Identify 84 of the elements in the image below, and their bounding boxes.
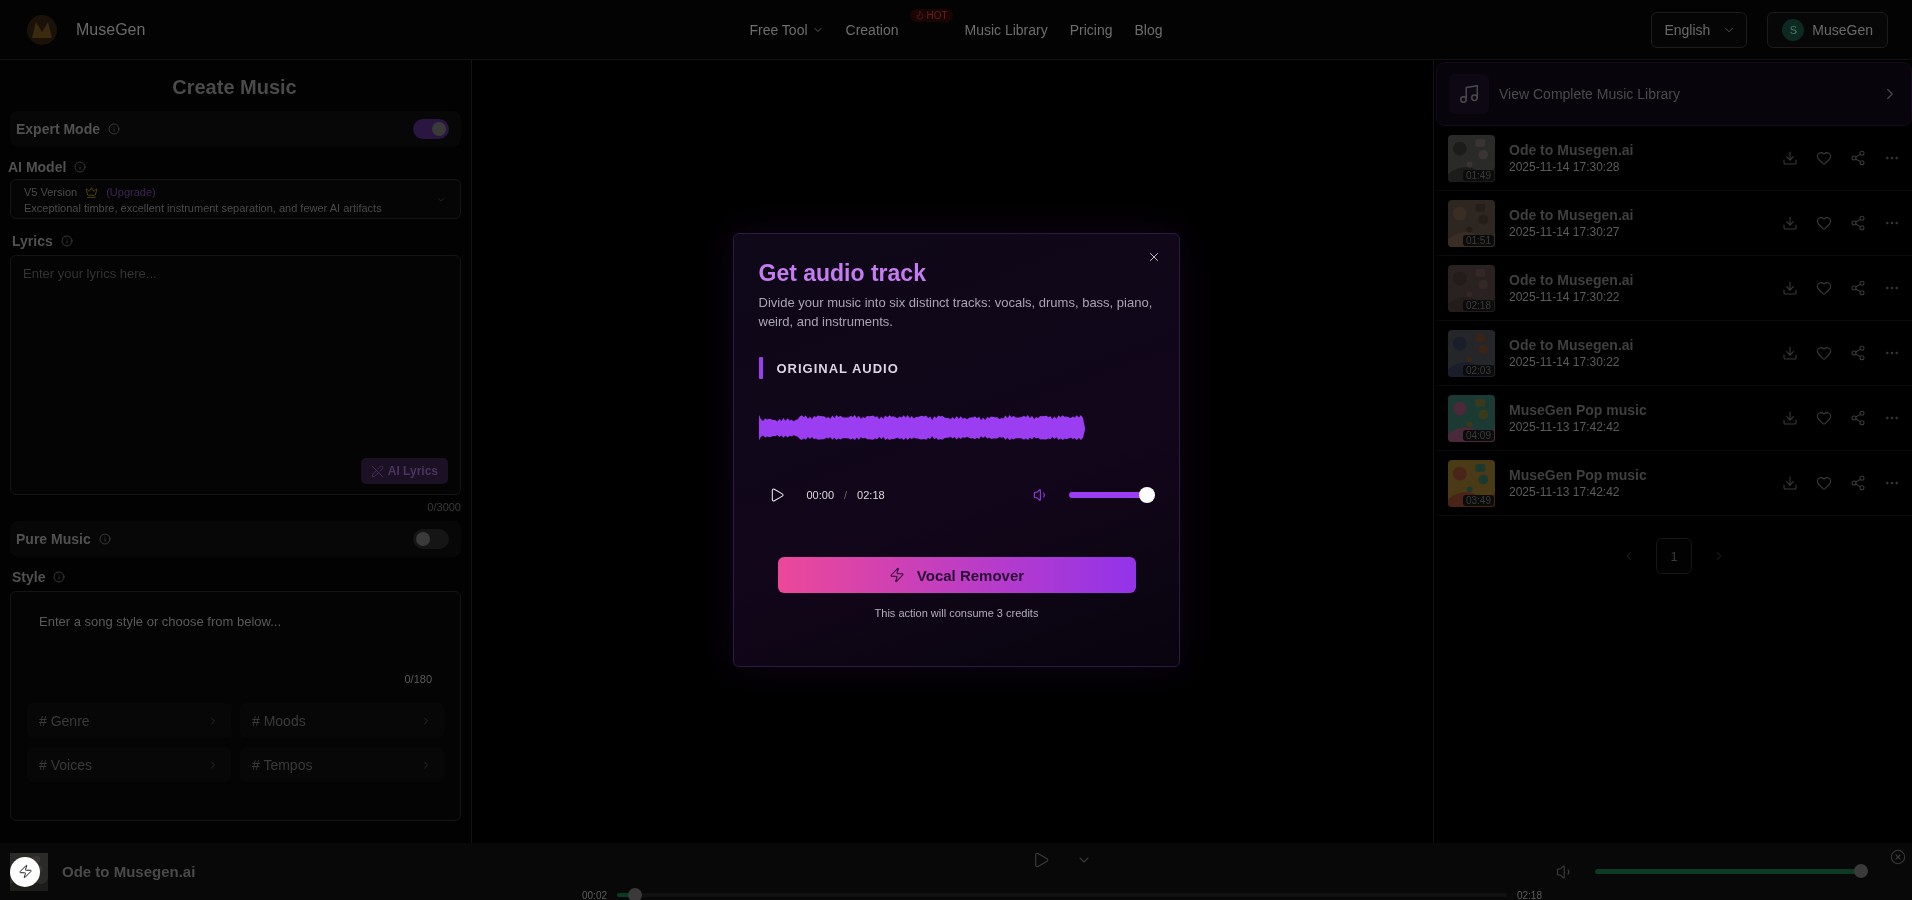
bolt-icon [17, 864, 33, 879]
toggle-switch[interactable] [413, 529, 449, 549]
placeholder: Enter a song style or choose from below... [39, 614, 283, 629]
current-time: 00:00 [806, 489, 835, 501]
flame-icon [914, 10, 925, 20]
field-label: AI Model [8, 159, 67, 175]
nav-link[interactable]: Free Tool [749, 21, 824, 38]
progress-thumb[interactable] [627, 888, 642, 900]
credits-note: This action will consume 3 credits [873, 607, 1040, 619]
total-time: 02:18 [1516, 889, 1542, 900]
download-icon[interactable] [1782, 475, 1798, 491]
model-description: Exceptional timbre, excellent instrument separation, and fewer AI artifacts [24, 201, 382, 216]
heart-icon[interactable] [1816, 150, 1832, 166]
language-select[interactable]: English [1651, 11, 1748, 48]
brand-name: MuseGen [76, 20, 146, 39]
nav-link[interactable]: Pricing [1069, 21, 1113, 38]
nav-link[interactable]: Blog [1134, 21, 1163, 38]
heart-icon[interactable] [1816, 475, 1832, 491]
modal-description: Divide your music into six distinct tracks: vocals, drums, bass, piano, weird, and instruments. [758, 294, 1154, 331]
pen-icon [370, 464, 384, 478]
track-date: 2025-11-14 17:30:28 [1509, 160, 1621, 174]
heart-icon[interactable] [1816, 410, 1832, 426]
page-button[interactable]: 1 [1656, 538, 1692, 574]
info-icon [74, 161, 87, 173]
track-title: MuseGen Pop music [1509, 467, 1648, 483]
track-date: 2025-11-14 17:30:22 [1509, 290, 1621, 304]
share-icon[interactable] [1850, 150, 1866, 166]
info-icon [98, 533, 111, 545]
account-button[interactable]: S MuseGen [1767, 11, 1888, 48]
toggle-switch[interactable] [413, 119, 449, 139]
track-title: Ode to Musegen.ai [1509, 337, 1635, 353]
nav-link[interactable]: Music Library [964, 21, 1048, 38]
close-icon [1890, 849, 1906, 865]
download-icon[interactable] [1782, 345, 1798, 361]
progress-track[interactable] [617, 888, 1507, 900]
share-icon[interactable] [1850, 475, 1866, 491]
field-label: Expert Mode [16, 121, 100, 137]
download-icon[interactable] [1782, 215, 1798, 231]
char-counter: 0/180 [404, 673, 432, 685]
info-icon [108, 123, 120, 135]
share-icon[interactable] [1850, 280, 1866, 296]
avatar: S [1782, 18, 1805, 41]
library-link[interactable]: View Complete Music Library [1436, 62, 1912, 126]
track-date: 2025-11-14 17:30:22 [1509, 355, 1621, 369]
time-separator: / [844, 489, 848, 501]
track-title: MuseGen Pop music [1509, 402, 1648, 418]
crown-icon [85, 185, 99, 199]
track-title: Ode to Musegen.ai [1509, 207, 1635, 223]
bolt-icon [888, 567, 905, 583]
download-icon[interactable] [1782, 410, 1798, 426]
field-label: Lyrics [12, 233, 53, 249]
section-heading: ORIGINAL AUDIO [776, 360, 899, 376]
field-label: Pure Music [16, 531, 91, 547]
track-date: 2025-11-13 17:42:42 [1509, 485, 1621, 499]
elapsed-time: 00:02 [582, 889, 608, 900]
accent-bar [758, 357, 763, 379]
field-label: Style [12, 569, 46, 585]
char-counter: 0/3000 [427, 501, 461, 513]
heart-icon[interactable] [1816, 345, 1832, 361]
model-version: V5 Version [24, 185, 78, 200]
ai-lyrics-button[interactable]: AI Lyrics [360, 458, 448, 484]
vocal-remover-button[interactable]: Vocal Remover [777, 557, 1136, 593]
panel-title: Create Music [171, 76, 298, 99]
player-title: Ode to Musegen.ai [62, 863, 197, 880]
heart-icon[interactable] [1816, 215, 1832, 231]
track-title: Ode to Musegen.ai [1509, 142, 1635, 158]
hot-badge: HOT [909, 8, 953, 22]
track-title: Ode to Musegen.ai [1509, 272, 1635, 288]
modal-title: Get audio track [758, 260, 927, 287]
share-icon[interactable] [1850, 345, 1866, 361]
model-select[interactable]: V5 Version (Upgrade) Exceptional timbre, excellent instrument separation, and fewer AI artifacts [10, 179, 461, 219]
share-icon[interactable] [1850, 215, 1866, 231]
download-icon[interactable] [1782, 280, 1798, 296]
track-date: 2025-11-14 17:30:27 [1509, 225, 1621, 239]
duration-time: 02:18 [857, 489, 885, 501]
share-icon[interactable] [1850, 410, 1866, 426]
info-icon [53, 571, 66, 583]
heart-icon[interactable] [1816, 280, 1832, 296]
music-note-icon [1458, 83, 1480, 105]
download-icon[interactable] [1782, 150, 1798, 166]
volume-thumb[interactable] [1854, 864, 1868, 878]
track-date: 2025-11-13 17:42:42 [1509, 420, 1621, 434]
info-icon [60, 235, 73, 247]
volume-thumb[interactable] [1138, 487, 1155, 503]
